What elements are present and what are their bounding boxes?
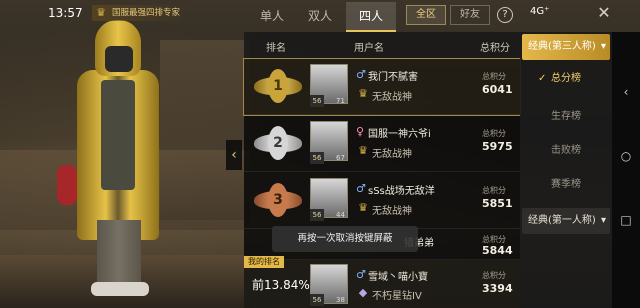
header-rank: 排名 xyxy=(266,43,286,54)
tier-crown-icon: ♛ xyxy=(358,87,368,100)
player-name: 雪域丶喵小寶 xyxy=(368,272,428,283)
table-header: 排名 用户名 总积分 xyxy=(244,32,520,58)
crown-icon: ♛ xyxy=(96,6,106,19)
tab-duo[interactable]: 双人 xyxy=(300,2,340,32)
score-label: 总积分 xyxy=(482,129,506,138)
sidebar-item-total[interactable]: 总分榜 xyxy=(520,64,612,94)
recent-apps-icon[interactable]: □ xyxy=(618,212,634,228)
help-icon[interactable]: ? xyxy=(497,7,513,23)
score-value: 5844 xyxy=(482,244,513,257)
score-value: 3394 xyxy=(482,282,513,295)
table-row[interactable]: 1 56 71 ♂ 我门不腻害 ♛ 无敌战神 总积分 6041 xyxy=(243,58,521,116)
table-row[interactable]: 3 56 44 ♂ sSs战场无敌洋 ♛ 无敌战神 总积分 5851 xyxy=(244,173,520,229)
close-icon[interactable]: ✕ xyxy=(593,2,615,24)
rank-number: 2 xyxy=(268,126,288,160)
status-time: 13:57 xyxy=(48,6,83,20)
my-rank-tag: 我的排名 xyxy=(244,256,284,268)
male-icon: ♂ xyxy=(356,68,366,81)
rank-badge-gold: 1 xyxy=(254,69,302,103)
character-rose xyxy=(57,165,77,205)
rank-number: 3 xyxy=(268,183,288,217)
tier-name: 无敌战神 xyxy=(372,92,412,103)
score-label: 总积分 xyxy=(482,271,506,280)
character-mask xyxy=(105,46,133,72)
sidebar-item-kills[interactable]: 击败榜 xyxy=(520,136,612,166)
avatar-count: 71 xyxy=(336,97,345,105)
expand-icon: ▾ xyxy=(600,215,606,226)
level-badge: 56 xyxy=(310,294,324,306)
score-label: 总积分 xyxy=(482,72,506,81)
rank-badge-bronze: 3 xyxy=(254,183,302,217)
group-third-person[interactable]: 经典(第三人称) ▾ xyxy=(522,34,610,60)
rank-badge-silver: 2 xyxy=(254,126,302,160)
score-value: 6041 xyxy=(482,83,513,96)
leaderboard-panel: 排名 用户名 总积分 1 56 71 ♂ 我门不腻害 ♛ 无敌战神 总积分 60… xyxy=(243,32,521,308)
group-first-person[interactable]: 经典(第一人称) ▾ xyxy=(522,208,610,234)
my-rank-percent: 前13.84% xyxy=(252,278,310,292)
expand-icon: ▾ xyxy=(600,41,606,52)
player-name: 我门不腻害 xyxy=(368,72,418,83)
tab-friends[interactable]: 好友 xyxy=(450,5,490,25)
score-value: 5851 xyxy=(482,197,513,210)
player-name: sSs战场无敌洋 xyxy=(368,186,435,197)
tier-name: 无敌战神 xyxy=(372,149,412,160)
male-icon: ♂ xyxy=(356,268,366,281)
level-badge: 56 xyxy=(310,209,324,221)
back-icon[interactable]: ‹ xyxy=(618,84,634,100)
sidebar-item-season[interactable]: 赛季榜 xyxy=(520,170,612,200)
player-name: 国服一神六爷i xyxy=(368,129,431,140)
header-score: 总积分 xyxy=(480,43,510,54)
check-icon: ✓ xyxy=(538,73,547,84)
home-icon[interactable]: ○ xyxy=(618,148,634,164)
tier-name: 无敌战神 xyxy=(372,206,412,217)
male-icon: ♂ xyxy=(356,182,366,195)
avatar-count: 38 xyxy=(336,296,345,304)
banner-text: 国服最强四排专家 xyxy=(112,8,181,18)
table-row[interactable]: 2 56 67 ♀ 国服一神六爷i ♛ 无敌战神 总积分 5975 xyxy=(244,116,520,172)
character-vest xyxy=(101,80,135,190)
group-label: 经典(第三人称) xyxy=(528,41,596,52)
category-sidebar: 经典(第三人称) ▾ 总分榜 生存榜 击败榜 赛季榜 经典(第一人称) ▾ xyxy=(520,32,612,308)
female-icon: ♀ xyxy=(356,125,365,138)
tier-crown-icon: ♛ xyxy=(358,201,368,214)
tier-crown-icon: ♛ xyxy=(358,144,368,157)
avatar-count: 44 xyxy=(336,211,345,219)
character-legs xyxy=(97,220,141,290)
rank-number: 1 xyxy=(268,69,288,103)
tab-all-region[interactable]: 全区 xyxy=(406,5,446,25)
system-nav-bar: ‹ ○ □ xyxy=(612,32,640,308)
level-badge: 56 xyxy=(310,95,324,107)
tab-squad[interactable]: 四人 xyxy=(346,2,396,32)
header-username: 用户名 xyxy=(354,43,384,54)
character-shoes xyxy=(91,282,149,296)
title-banner: ♛ 国服最强四排专家 xyxy=(92,5,187,21)
tier-name: 不朽星钻IV xyxy=(372,291,422,302)
score-label: 总积分 xyxy=(482,186,506,195)
toast-message: 再按一次取消按键屏蔽 xyxy=(272,226,418,252)
avatar-count: 67 xyxy=(336,154,345,162)
network-indicator: 4G⁺ xyxy=(530,6,550,17)
tab-solo[interactable]: 单人 xyxy=(252,2,292,32)
player-character xyxy=(55,20,175,300)
level-badge: 56 xyxy=(310,152,324,164)
score-value: 5975 xyxy=(482,140,513,153)
diamond-icon: ◆ xyxy=(358,286,368,299)
sidebar-item-survival[interactable]: 生存榜 xyxy=(520,102,612,132)
collapse-panel-button[interactable]: ‹ xyxy=(226,140,242,170)
group-label: 经典(第一人称) xyxy=(528,215,596,226)
